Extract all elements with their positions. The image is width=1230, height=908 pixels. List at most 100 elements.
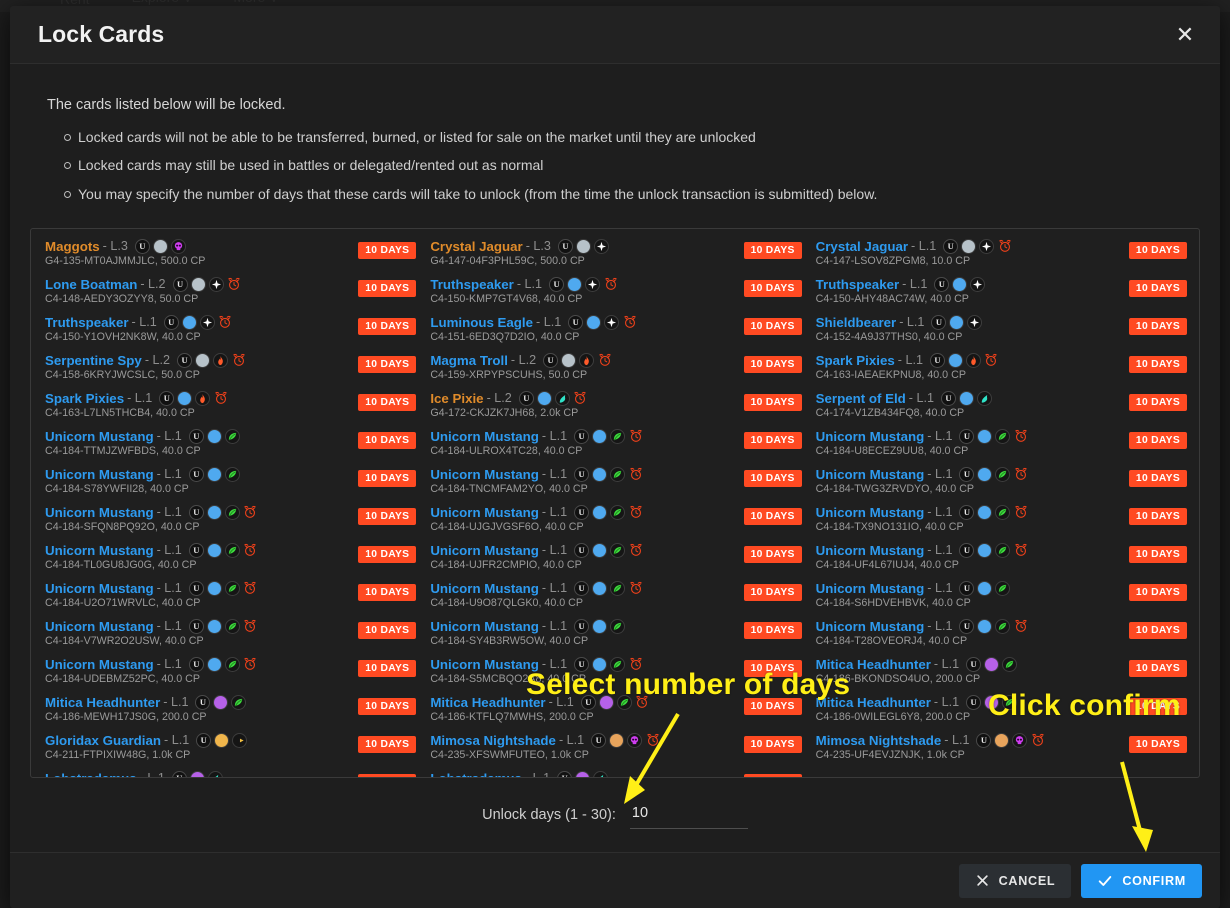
- card-name[interactable]: Unicorn Mustang: [45, 543, 154, 558]
- card-row[interactable]: Truthspeaker - L.1 U C4-150-KMP7GT4V68, 40.…: [422, 276, 807, 314]
- card-name[interactable]: Unicorn Mustang: [430, 581, 539, 596]
- card-name[interactable]: Unicorn Mustang: [430, 543, 539, 558]
- card-row[interactable]: Unicorn Mustang - L.1 U C4-184-TX9NO131IO, …: [808, 504, 1193, 542]
- card-row[interactable]: Unicorn Mustang - L.1 U C4-184-S78YWFII28, …: [37, 466, 422, 504]
- card-name[interactable]: Unicorn Mustang: [45, 581, 154, 596]
- card-name[interactable]: Truthspeaker: [45, 315, 129, 330]
- card-name[interactable]: Shieldbearer: [816, 315, 897, 330]
- close-icon[interactable]: ✕: [1168, 18, 1202, 52]
- card-name[interactable]: Mimosa Nightshade: [430, 733, 556, 748]
- card-row[interactable]: Mitica Headhunter - L.1 U C4-186-MEWH17JS0G…: [37, 694, 422, 732]
- card-row[interactable]: Mimosa Nightshade - L.1 U C4-235-XFSWMFUTEO…: [422, 732, 807, 770]
- card-row[interactable]: Unicorn Mustang - L.1 U C4-184-U9O87QLGK0, …: [422, 580, 807, 618]
- card-name[interactable]: Spark Pixies: [816, 353, 895, 368]
- card-name[interactable]: Unicorn Mustang: [430, 429, 539, 444]
- card-name[interactable]: Mitica Headhunter: [816, 657, 931, 672]
- card-row[interactable]: Unicorn Mustang - L.1 U C4-184-U2O71WRVLC, …: [37, 580, 422, 618]
- card-name[interactable]: Mitica Headhunter: [430, 695, 545, 710]
- card-row[interactable]: Unicorn Mustang - L.1 U C4-184-UF4L67IUJ4, …: [808, 542, 1193, 580]
- card-name[interactable]: Unicorn Mustang: [816, 619, 925, 634]
- card-name[interactable]: Unicorn Mustang: [430, 657, 539, 672]
- card-row[interactable]: Crystal Jaguar - L.3 U G4-147-04F3PHL59C, 5…: [422, 238, 807, 276]
- card-row[interactable]: Gloridax Guardian - L.1 U C4-211-FTPIXIW48G…: [37, 732, 422, 770]
- card-name[interactable]: Unicorn Mustang: [816, 581, 925, 596]
- card-row[interactable]: Lone Boatman - L.2 U C4-148-AEDY3OZYY8, 50.…: [37, 276, 422, 314]
- card-row[interactable]: Spark Pixies - L.1 U C4-163-IAEAEKPNU8, 40.…: [808, 352, 1193, 390]
- unlock-days-input[interactable]: [629, 801, 748, 829]
- card-row[interactable]: Crystal Jaguar - L.1 U C4-147-LSOV8ZPGM8, 1…: [808, 238, 1193, 276]
- card-name[interactable]: Crystal Jaguar: [430, 239, 522, 254]
- card-row[interactable]: Serpentine Spy - L.2 U C4-158-6KRYJWCSLC, 5…: [37, 352, 422, 390]
- card-row[interactable]: Mitica Headhunter - L.1 U C4-186-KTFLQ7MWHS…: [422, 694, 807, 732]
- card-name[interactable]: Unicorn Mustang: [816, 467, 925, 482]
- card-icon-group: U: [188, 542, 258, 558]
- confirm-button[interactable]: CONFIRM: [1081, 863, 1202, 898]
- card-row[interactable]: Mimosa Nightshade - L.1 U C4-235-UF4EVJZNJK…: [808, 732, 1193, 770]
- card-row[interactable]: Magma Troll - L.2 U C4-159-XRPYPSCUHS, 50.0…: [422, 352, 807, 390]
- card-name[interactable]: Maggots: [45, 239, 100, 254]
- card-row[interactable]: Unicorn Mustang - L.1 U C4-184-UJFR2CMPIO, …: [422, 542, 807, 580]
- card-row[interactable]: Unicorn Mustang - L.1 U C4-184-TL0GU8JG0G, …: [37, 542, 422, 580]
- card-row[interactable]: Unicorn Mustang - L.1 U C4-184-V7WR2O2USW, …: [37, 618, 422, 656]
- card-row[interactable]: Lobstradamus- L.1UC4-293-UJZLKU00S0, 200…: [37, 770, 422, 777]
- card-name[interactable]: Unicorn Mustang: [816, 543, 925, 558]
- card-name[interactable]: Ice Pixie: [430, 391, 483, 406]
- card-row[interactable]: Truthspeaker - L.1 U C4-150-AHY48AC74W, 40.…: [808, 276, 1193, 314]
- card-title-line: Truthspeaker - L.1 U: [430, 276, 735, 292]
- card-name[interactable]: Unicorn Mustang: [45, 429, 154, 444]
- card-name[interactable]: Unicorn Mustang: [430, 619, 539, 634]
- card-row[interactable]: Unicorn Mustang - L.1 U C4-184-TTMJZWFBDS, …: [37, 428, 422, 466]
- card-name[interactable]: Lone Boatman: [45, 277, 137, 292]
- card-name[interactable]: Mitica Headhunter: [816, 695, 931, 710]
- card-name[interactable]: Unicorn Mustang: [430, 467, 539, 482]
- card-row[interactable]: Unicorn Mustang - L.1 U C4-184-S5MCBQO2A8, …: [422, 656, 807, 694]
- card-row[interactable]: Truthspeaker - L.1 U C4-150-Y1OVH2NK8W, 40.…: [37, 314, 422, 352]
- card-name[interactable]: Crystal Jaguar: [816, 239, 908, 254]
- card-name[interactable]: Unicorn Mustang: [45, 619, 154, 634]
- card-name[interactable]: Luminous Eagle: [430, 315, 533, 330]
- card-name[interactable]: Unicorn Mustang: [45, 657, 154, 672]
- card-name[interactable]: Lobstradamus: [45, 771, 137, 777]
- card-row[interactable]: Serpent of Eld - L.1 U C4-174-V1ZB434FQ8, 4…: [808, 390, 1193, 428]
- card-row[interactable]: Maggots - L.3 U G4-135-MT0AJMMJLC, 500.0 CP…: [37, 238, 422, 276]
- cancel-button[interactable]: CANCEL: [958, 863, 1072, 898]
- card-row[interactable]: Mitica Headhunter - L.1 U C4-186-0WILEGL6Y8…: [808, 694, 1193, 732]
- card-row[interactable]: Shieldbearer - L.1 U C4-152-4A9J37THS0, 40.…: [808, 314, 1193, 352]
- card-info: Unicorn Mustang - L.1 U C4-184-S78YWFII28, …: [45, 466, 350, 495]
- card-name[interactable]: Gloridax Guardian: [45, 733, 161, 748]
- card-name[interactable]: Truthspeaker: [430, 277, 514, 292]
- card-name[interactable]: Mitica Headhunter: [45, 695, 160, 710]
- card-name[interactable]: Unicorn Mustang: [816, 505, 925, 520]
- element-death-icon: [170, 238, 186, 254]
- card-name[interactable]: Unicorn Mustang: [430, 505, 539, 520]
- card-row[interactable]: Unicorn Mustang - L.1 U C4-184-SY4B3RW5OW, …: [422, 618, 807, 656]
- element-color-icon: [961, 238, 977, 254]
- card-name[interactable]: Truthspeaker: [816, 277, 900, 292]
- card-row[interactable]: Unicorn Mustang - L.1 U C4-184-T28OVEORJ4, …: [808, 618, 1193, 656]
- element-color-icon: [977, 504, 993, 520]
- card-row[interactable]: Luminous Eagle - L.1 U C4-151-6ED3Q7D2IO, 4…: [422, 314, 807, 352]
- card-row[interactable]: Ice Pixie - L.2 U G4-172-CKJZK7JH68, 2.0k C…: [422, 390, 807, 428]
- card-row[interactable]: Unicorn Mustang - L.1 U C4-184-S6HDVEHBVK, …: [808, 580, 1193, 618]
- card-row[interactable]: Unicorn Mustang - L.1 U C4-184-UJGJVGSF6O, …: [422, 504, 807, 542]
- card-name[interactable]: Serpent of Eld: [816, 391, 906, 406]
- rarity-badge-icon: U: [134, 238, 150, 254]
- card-row[interactable]: Unicorn Mustang - L.1 U C4-184-U8ECEZ9UU8, …: [808, 428, 1193, 466]
- card-row[interactable]: Unicorn Mustang - L.1 U C4-184-TNCMFAM2YO, …: [422, 466, 807, 504]
- card-name[interactable]: Mimosa Nightshade: [816, 733, 942, 748]
- card-name[interactable]: Unicorn Mustang: [45, 467, 154, 482]
- card-name[interactable]: Unicorn Mustang: [45, 505, 154, 520]
- card-row[interactable]: Unicorn Mustang - L.1 U C4-184-UDEBMZ52PC, …: [37, 656, 422, 694]
- card-name[interactable]: Lobstradamus: [430, 771, 522, 777]
- card-id: C4-184-UJGJVGSF6O, 40.0 CP: [430, 520, 584, 533]
- card-row[interactable]: Spark Pixies - L.1 U C4-163-L7LN5THCB4, 40.…: [37, 390, 422, 428]
- card-row[interactable]: Lobstradamus- L.1UC4-293-D2M8A8LQ5C, 200…: [422, 770, 807, 777]
- card-row[interactable]: Unicorn Mustang - L.1 U C4-184-ULROX4TC28, …: [422, 428, 807, 466]
- card-name[interactable]: Magma Troll: [430, 353, 508, 368]
- card-row[interactable]: Unicorn Mustang - L.1 U C4-184-SFQN8PQ92O, …: [37, 504, 422, 542]
- card-row[interactable]: Unicorn Mustang - L.1 U C4-184-TWG3ZRVDYO, …: [808, 466, 1193, 504]
- card-row[interactable]: Mitica Headhunter - L.1 U C4-186-BKONDSO4UO…: [808, 656, 1193, 694]
- card-name[interactable]: Spark Pixies: [45, 391, 124, 406]
- card-name[interactable]: Unicorn Mustang: [816, 429, 925, 444]
- card-name[interactable]: Serpentine Spy: [45, 353, 142, 368]
